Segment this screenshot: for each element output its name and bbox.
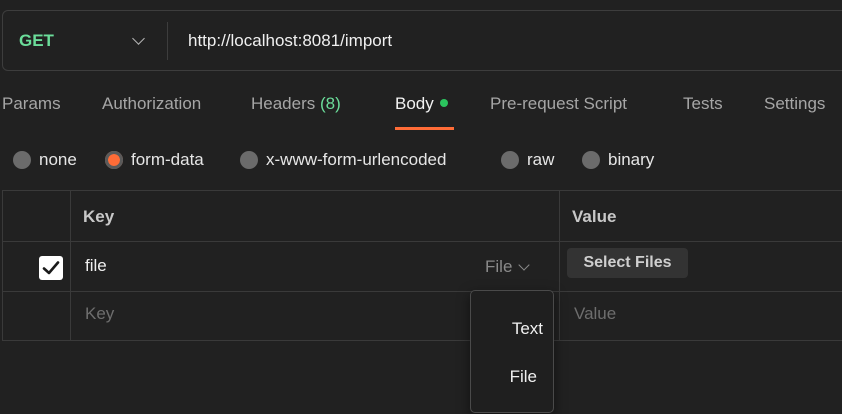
radio-raw[interactable]: raw [501, 150, 554, 170]
active-tab-underline [395, 127, 454, 130]
table-row: file File Select Files [3, 242, 842, 292]
dropdown-option-file[interactable]: File [510, 367, 537, 387]
type-dropdown-menu: Text File [470, 290, 554, 413]
tab-tests[interactable]: Tests [683, 94, 723, 132]
radio-x-www-form-urlencoded[interactable]: x-www-form-urlencoded [240, 150, 446, 170]
tab-headers[interactable]: Headers (8) [251, 94, 341, 132]
radio-circle-icon [501, 151, 519, 169]
body-type-radios: none form-data x-www-form-urlencoded raw… [0, 150, 842, 174]
dropdown-option-text[interactable]: Text [512, 319, 543, 339]
headers-count-badge: (8) [320, 94, 341, 113]
radio-circle-icon [582, 151, 600, 169]
table-row: Key Value [3, 292, 842, 341]
method-select[interactable]: GET [3, 21, 168, 60]
new-value-input[interactable]: Value [574, 304, 616, 324]
tab-settings[interactable]: Settings [764, 94, 825, 132]
radio-form-data[interactable]: form-data [105, 150, 204, 170]
radio-none[interactable]: none [13, 150, 77, 170]
url-bar: GET http://localhost:8081/import [2, 10, 842, 71]
radio-circle-icon [240, 151, 258, 169]
value-column-header: Value [572, 207, 617, 226]
column-divider [559, 191, 560, 340]
tab-authorization[interactable]: Authorization [102, 94, 201, 132]
checkmark-icon [42, 261, 60, 275]
chevron-down-icon [518, 259, 531, 271]
radio-binary[interactable]: binary [582, 150, 654, 170]
key-type-select[interactable]: File [485, 257, 531, 277]
method-label: GET [19, 30, 54, 50]
form-data-table: Key Value file File Select Files Key Val… [2, 190, 842, 341]
select-files-button[interactable]: Select Files [567, 248, 688, 278]
column-divider [70, 191, 71, 340]
tab-pre-request-script[interactable]: Pre-request Script [490, 94, 627, 132]
chevron-down-icon [132, 31, 145, 45]
radio-circle-icon [13, 151, 31, 169]
row-enabled-checkbox[interactable] [39, 256, 63, 280]
tab-params[interactable]: Params [2, 94, 61, 132]
key-input[interactable]: file [85, 256, 107, 276]
table-header-row: Key Value [3, 191, 842, 242]
radio-selected-icon [105, 151, 123, 169]
url-input[interactable]: http://localhost:8081/import [168, 31, 392, 51]
new-key-input[interactable]: Key [85, 304, 114, 324]
active-dot-icon [439, 98, 448, 107]
key-column-header: Key [83, 207, 115, 226]
